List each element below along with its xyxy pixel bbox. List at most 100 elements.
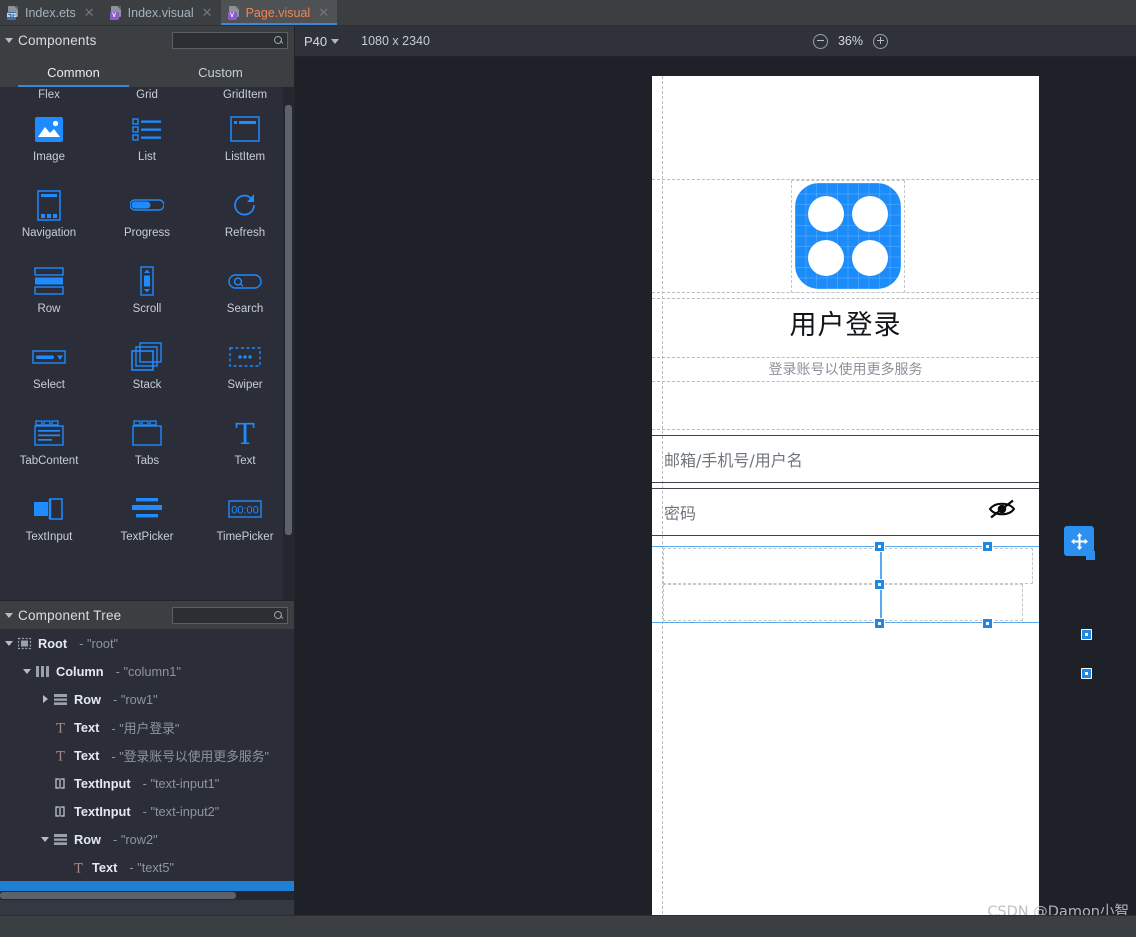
component-label: List xyxy=(138,151,156,163)
component-flex[interactable]: Flex xyxy=(0,89,98,101)
tab-custom[interactable]: Custom xyxy=(147,65,294,87)
component-textpicker[interactable]: TextPicker xyxy=(98,481,196,557)
component-text[interactable]: T Text xyxy=(196,405,294,481)
tab-label: Page.visual xyxy=(246,6,311,20)
svg-text:T: T xyxy=(235,419,255,447)
scroll-icon xyxy=(140,261,154,301)
components-search-input[interactable] xyxy=(172,32,288,49)
component-row: Image List xyxy=(0,101,294,177)
component-image[interactable]: Image xyxy=(0,101,98,177)
component-row: TabContent Tabs T Text xyxy=(0,405,294,481)
tree-node-textinput1[interactable]: TextInput - "text-input1" xyxy=(0,769,294,797)
component-tabs[interactable]: Tabs xyxy=(98,405,196,481)
tree-node-name: Text xyxy=(74,720,99,735)
text-node-icon: T xyxy=(52,720,69,734)
component-timepicker[interactable]: 00:00 TimePicker xyxy=(196,481,294,557)
username-input[interactable]: 邮箱/手机号/用户名 xyxy=(652,435,1039,483)
component-listitem[interactable]: ListItem xyxy=(196,101,294,177)
password-input[interactable]: 密码 xyxy=(652,488,1039,536)
component-tree-search-input[interactable] xyxy=(172,607,288,624)
eye-off-icon[interactable] xyxy=(988,498,1016,520)
component-select[interactable]: Select xyxy=(0,329,98,405)
device-selector[interactable]: P40 xyxy=(304,34,339,49)
tree-node-value: - "root" xyxy=(79,636,118,651)
component-swiper[interactable]: Swiper xyxy=(196,329,294,405)
component-label: Navigation xyxy=(22,227,76,239)
chevron-down-icon xyxy=(331,39,339,44)
close-icon[interactable]: ✕ xyxy=(318,6,329,19)
component-refresh[interactable]: Refresh xyxy=(196,177,294,253)
component-label: TextInput xyxy=(26,531,73,543)
visual-file-icon: V xyxy=(228,6,241,20)
tab-index-visual[interactable]: V Index.visual ✕ xyxy=(103,0,221,25)
tree-node-name: Row xyxy=(74,832,101,847)
components-panel-header: Components xyxy=(0,26,294,54)
resize-handle-top-center[interactable] xyxy=(982,541,993,552)
tree-node-value: - "column1" xyxy=(116,664,181,679)
minus-circle-icon[interactable] xyxy=(813,34,828,49)
component-label: ListItem xyxy=(225,151,265,163)
component-textinput[interactable]: TextInput xyxy=(0,481,98,557)
component-stack[interactable]: Stack xyxy=(98,329,196,405)
collapse-caret-icon[interactable] xyxy=(5,38,13,43)
component-label: Progress xyxy=(124,227,170,239)
text-node-icon: T xyxy=(70,860,87,874)
resize-handle-bottom-right[interactable] xyxy=(1081,668,1092,679)
tab-common[interactable]: Common xyxy=(0,65,147,87)
root-icon xyxy=(16,636,33,650)
component-progress[interactable]: Progress xyxy=(98,177,196,253)
component-grid[interactable]: Grid xyxy=(98,89,196,101)
resize-handle-bottom-left[interactable] xyxy=(874,618,885,629)
tree-node-row1[interactable]: Row - "row1" xyxy=(0,685,294,713)
close-icon[interactable]: ✕ xyxy=(84,6,95,19)
component-label: TimePicker xyxy=(216,531,273,543)
selection-box[interactable] xyxy=(652,546,1039,623)
plus-circle-icon[interactable] xyxy=(873,34,888,49)
tree-node-value: - "登录账号以使用更多服务" xyxy=(111,746,269,765)
tree-node-text6[interactable]: T Text - "text6" xyxy=(0,881,294,891)
palette-scrollbar-thumb[interactable] xyxy=(285,105,292,535)
expand-caret-icon[interactable] xyxy=(22,665,34,677)
username-placeholder: 邮箱/手机号/用户名 xyxy=(664,447,803,471)
expand-caret-icon[interactable] xyxy=(40,833,52,845)
component-category-tabs: Common Custom xyxy=(0,54,294,87)
tree-node-row2[interactable]: Row - "row2" xyxy=(0,825,294,853)
device-preview[interactable]: 用户登录 登录账号以使用更多服务 邮箱/手机号/用户名 密码 xyxy=(652,76,1039,919)
tab-page-visual[interactable]: V Page.visual ✕ xyxy=(221,0,338,25)
tree-node-root[interactable]: Root - "root" xyxy=(0,629,294,657)
resize-handle-middle-right[interactable] xyxy=(1081,629,1092,640)
component-search[interactable]: Search xyxy=(196,253,294,329)
component-griditem[interactable]: GridItem xyxy=(196,89,294,101)
component-scroll[interactable]: Scroll xyxy=(98,253,196,329)
expand-caret-icon[interactable] xyxy=(4,637,16,649)
resize-handle-bottom-center[interactable] xyxy=(982,618,993,629)
editor-tab-bar: ETS Index.ets ✕ V Index.visual ✕ V Page.… xyxy=(0,0,1136,26)
tree-node-text-subtitle[interactable]: T Text - "登录账号以使用更多服务" xyxy=(0,741,294,769)
input-node-icon xyxy=(52,804,69,818)
expand-caret-icon[interactable] xyxy=(40,693,52,705)
tab-index-ets[interactable]: ETS Index.ets ✕ xyxy=(0,0,103,25)
resize-handle-middle-left[interactable] xyxy=(874,579,885,590)
search-icon xyxy=(274,36,283,45)
component-list[interactable]: List xyxy=(98,101,196,177)
device-name: P40 xyxy=(304,34,327,49)
collapse-caret-icon[interactable] xyxy=(5,613,13,618)
tree-node-value: - "text-input2" xyxy=(143,804,220,819)
tree-node-text-login-title[interactable]: T Text - "用户登录" xyxy=(0,713,294,741)
component-navigation[interactable]: Navigation xyxy=(0,177,98,253)
component-label: Grid xyxy=(136,89,158,101)
tree-node-text5[interactable]: T Text - "text5" xyxy=(0,853,294,881)
tree-node-column[interactable]: Column - "column1" xyxy=(0,657,294,685)
tree-hscrollbar-thumb[interactable] xyxy=(0,892,236,899)
component-label: Text xyxy=(234,455,255,467)
svg-text:T: T xyxy=(74,861,83,874)
textpicker-icon xyxy=(132,489,162,529)
resize-handle-top-left[interactable] xyxy=(874,541,885,552)
tree-hscrollbar-track[interactable] xyxy=(0,891,294,899)
close-icon[interactable]: ✕ xyxy=(202,6,213,19)
component-row: TextInput TextPicker 00:00 TimePicker xyxy=(0,481,294,557)
component-rowlayout[interactable]: Row xyxy=(0,253,98,329)
tree-node-textinput2[interactable]: TextInput - "text-input2" xyxy=(0,797,294,825)
tree-node-value: - "row1" xyxy=(113,692,158,707)
component-tabcontent[interactable]: TabContent xyxy=(0,405,98,481)
